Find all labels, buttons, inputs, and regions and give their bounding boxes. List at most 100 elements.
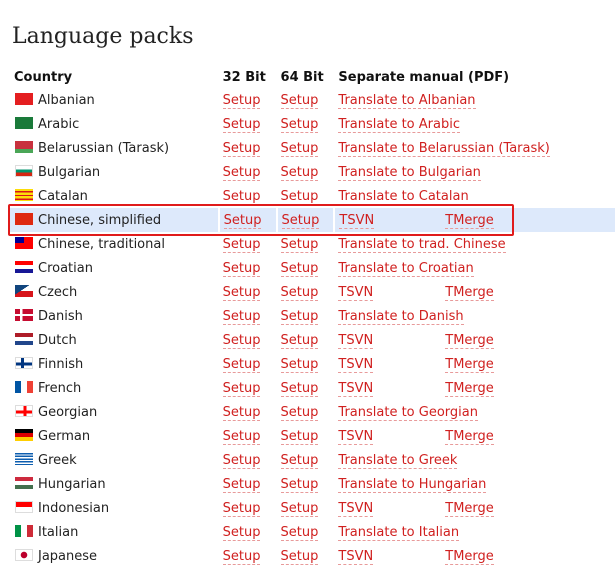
setup-32bit-cell: Setup (219, 424, 277, 448)
setup-64bit-cell: Setup (277, 472, 335, 496)
setup-32bit-link[interactable]: Setup (222, 260, 261, 277)
translate-manual-link[interactable]: Translate to Danish (338, 308, 464, 325)
manual-tsvn-link[interactable]: TSVN (339, 212, 375, 229)
manual-tmerge-link[interactable]: TMerge (445, 284, 494, 301)
translate-manual-link[interactable]: Translate to Albanian (338, 92, 476, 109)
setup-64bit-link[interactable]: Setup (280, 452, 319, 469)
setup-32bit-link[interactable]: Setup (222, 308, 261, 325)
setup-64bit-link[interactable]: Setup (280, 164, 319, 181)
setup-32bit-link[interactable]: Setup (222, 356, 261, 373)
country-name: French (38, 380, 82, 396)
setup-32bit-link[interactable]: Setup (222, 188, 261, 205)
setup-64bit-link[interactable]: Setup (280, 332, 319, 349)
setup-64bit-link[interactable]: Setup (280, 524, 319, 541)
setup-64bit-link[interactable]: Setup (280, 116, 319, 133)
translate-manual-link[interactable]: Translate to Georgian (338, 404, 478, 421)
setup-64bit-link[interactable]: Setup (280, 236, 319, 253)
setup-64bit-cell: Setup (277, 136, 335, 160)
setup-32bit-link[interactable]: Setup (222, 284, 261, 301)
setup-32bit-link[interactable]: Setup (222, 164, 261, 181)
setup-64bit-cell: Setup (277, 496, 335, 520)
country-name: Georgian (38, 404, 98, 420)
setup-64bit-cell: Setup (277, 352, 335, 376)
setup-64bit-link[interactable]: Setup (281, 212, 320, 229)
setup-64bit-link[interactable]: Setup (280, 428, 319, 445)
setup-32bit-link[interactable]: Setup (222, 548, 261, 565)
germany-flag-icon (15, 428, 33, 441)
taiwan-flag-icon (15, 236, 33, 249)
setup-32bit-link[interactable]: Setup (222, 332, 261, 349)
header-32bit: 32 Bit (222, 69, 266, 85)
translate-manual-cell: Translate to Belarussian (Tarask) (334, 136, 615, 160)
manual-tmerge-link[interactable]: TMerge (445, 332, 494, 349)
setup-64bit-link[interactable]: Setup (280, 140, 319, 157)
manual-tmerge-link[interactable]: TMerge (445, 548, 494, 565)
country-name: Czech (38, 284, 78, 300)
translate-manual-link[interactable]: Translate to Belarussian (Tarask) (338, 140, 550, 157)
setup-32bit-link[interactable]: Setup (222, 92, 261, 109)
setup-64bit-link[interactable]: Setup (280, 308, 319, 325)
bulgaria-flag-icon (15, 164, 33, 177)
setup-32bit-cell: Setup (219, 136, 277, 160)
setup-32bit-cell: Setup (219, 352, 277, 376)
manual-tmerge-link[interactable]: TMerge (445, 500, 494, 517)
manual-tmerge-link[interactable]: TMerge (445, 380, 494, 397)
setup-64bit-link[interactable]: Setup (280, 356, 319, 373)
translate-manual-link[interactable]: Translate to trad. Chinese (338, 236, 506, 253)
setup-64bit-link[interactable]: Setup (280, 260, 319, 277)
translate-manual-link[interactable]: Translate to Bulgarian (338, 164, 481, 181)
table-row-greek: Greek Setup Setup Translate to Greek (10, 448, 615, 472)
setup-64bit-link[interactable]: Setup (280, 476, 319, 493)
translate-manual-cell: Translate to Catalan (334, 184, 615, 208)
setup-32bit-link[interactable]: Setup (222, 476, 261, 493)
setup-64bit-cell: Setup (277, 232, 335, 256)
manual-tsvn-link[interactable]: TSVN (338, 380, 374, 397)
setup-32bit-link[interactable]: Setup (222, 140, 261, 157)
translate-manual-link[interactable]: Translate to Arabic (338, 116, 460, 133)
translate-manual-link[interactable]: Translate to Greek (338, 452, 458, 469)
setup-32bit-cell: Setup (219, 520, 277, 544)
setup-32bit-link[interactable]: Setup (222, 500, 261, 517)
setup-32bit-link[interactable]: Setup (222, 236, 261, 253)
setup-64bit-cell: Setup (277, 256, 335, 280)
setup-64bit-link[interactable]: Setup (280, 404, 319, 421)
translate-manual-link[interactable]: Translate to Hungarian (338, 476, 487, 493)
language-packs-table: Country 32 Bit 64 Bit Separate manual (P… (10, 66, 615, 568)
page-title: Language packs (12, 24, 194, 49)
setup-64bit-link[interactable]: Setup (280, 188, 319, 205)
country-name: Danish (38, 308, 83, 324)
manual-tsvn-link[interactable]: TSVN (338, 548, 374, 565)
translate-manual-link[interactable]: Translate to Catalan (338, 188, 469, 205)
country-cell: German (10, 424, 219, 448)
translate-manual-link[interactable]: Translate to Croatian (338, 260, 474, 277)
manual-tmerge-link[interactable]: TMerge (445, 356, 494, 373)
translate-manual-link[interactable]: Translate to Italian (338, 524, 460, 541)
setup-32bit-link[interactable]: Setup (222, 404, 261, 421)
setup-32bit-cell: Setup (219, 544, 277, 568)
setup-32bit-link[interactable]: Setup (222, 428, 261, 445)
manual-tsvn-cell: TSVN (334, 496, 441, 520)
finland-flag-icon (15, 356, 33, 369)
setup-32bit-link[interactable]: Setup (222, 452, 261, 469)
manual-tsvn-link[interactable]: TSVN (338, 284, 374, 301)
setup-64bit-link[interactable]: Setup (280, 380, 319, 397)
france-flag-icon (15, 380, 33, 393)
setup-64bit-link[interactable]: Setup (280, 500, 319, 517)
manual-tmerge-link[interactable]: TMerge (445, 212, 494, 229)
manual-tsvn-link[interactable]: TSVN (338, 356, 374, 373)
country-name: Indonesian (38, 500, 110, 516)
table-row-finnish: Finnish Setup Setup TSVN TMerge (10, 352, 615, 376)
setup-64bit-link[interactable]: Setup (280, 284, 319, 301)
manual-tsvn-link[interactable]: TSVN (338, 428, 374, 445)
setup-32bit-link[interactable]: Setup (222, 524, 261, 541)
setup-64bit-link[interactable]: Setup (280, 548, 319, 565)
manual-tmerge-link[interactable]: TMerge (445, 428, 494, 445)
setup-32bit-link[interactable]: Setup (223, 212, 262, 229)
setup-64bit-link[interactable]: Setup (280, 92, 319, 109)
table-row-hungarian: Hungarian Setup Setup Translate to Hungaria… (10, 472, 615, 496)
manual-tsvn-link[interactable]: TSVN (338, 500, 374, 517)
hungary-flag-icon (15, 476, 33, 489)
manual-tsvn-link[interactable]: TSVN (338, 332, 374, 349)
setup-32bit-link[interactable]: Setup (222, 380, 261, 397)
setup-32bit-link[interactable]: Setup (222, 116, 261, 133)
